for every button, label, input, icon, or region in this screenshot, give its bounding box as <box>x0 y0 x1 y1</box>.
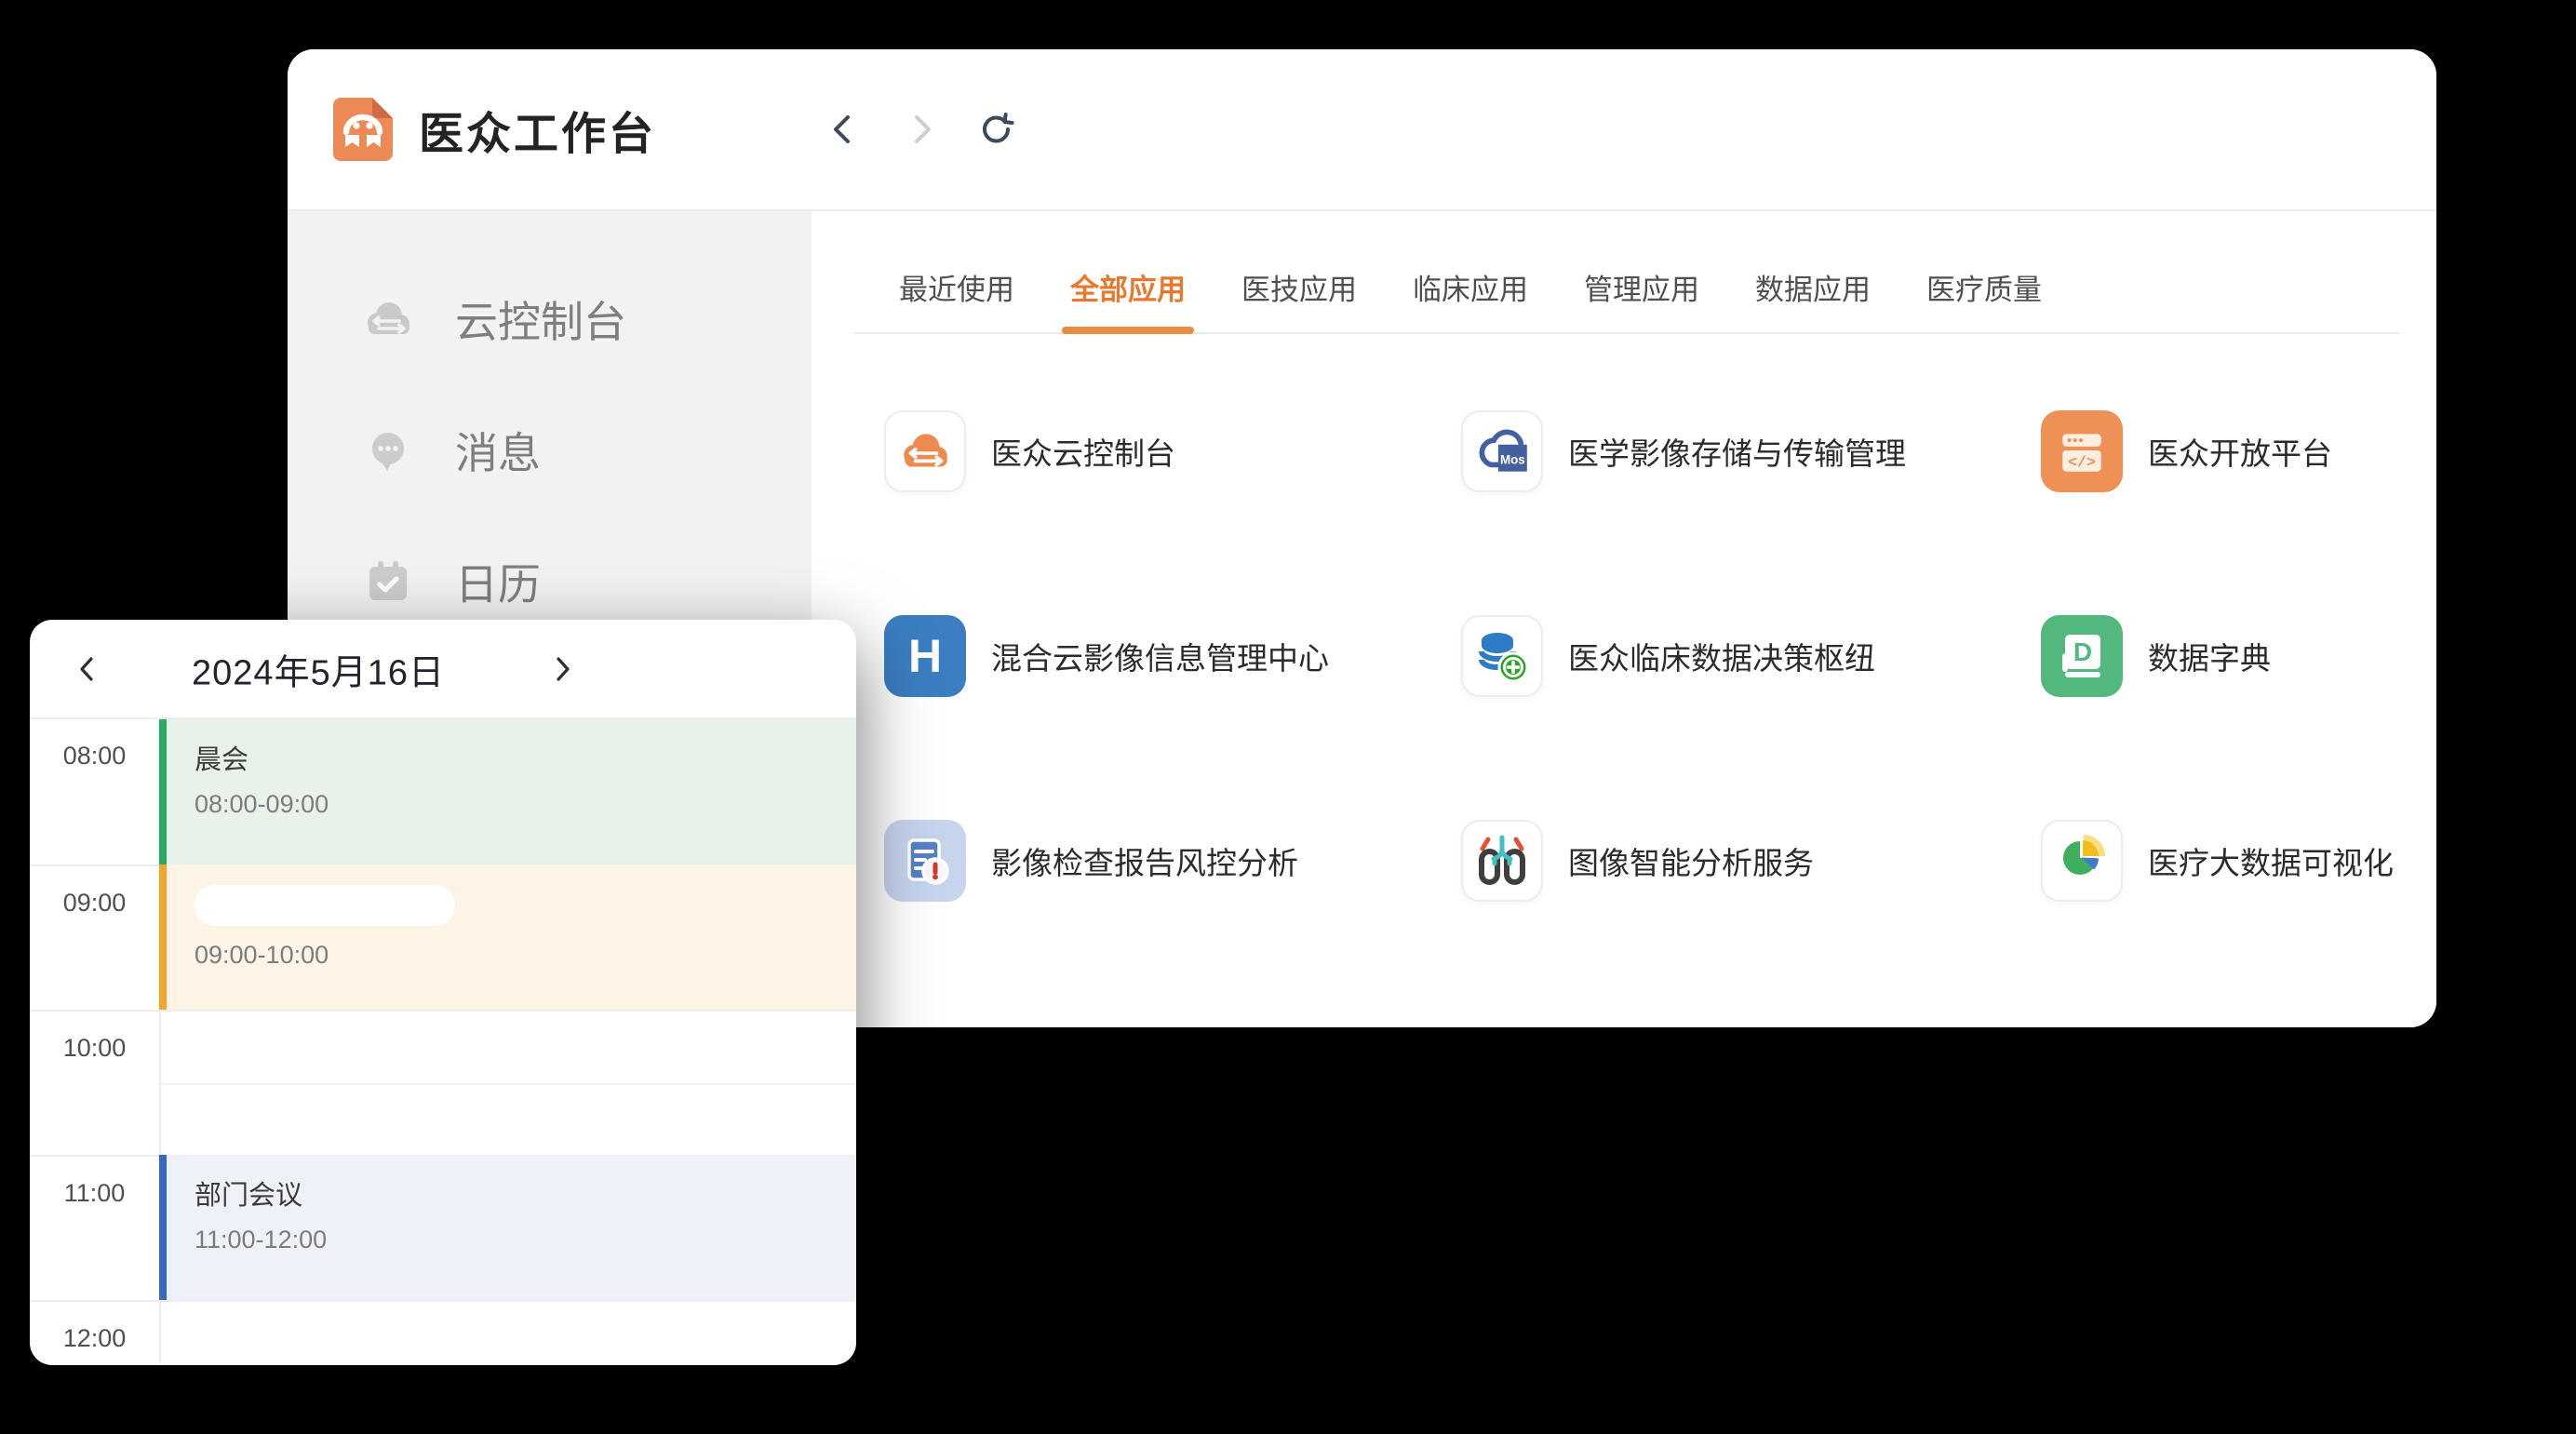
app-image-ai-service[interactable]: 图像智能分析服务 <box>1461 820 2041 902</box>
content-area: 最近使用 全部应用 医技应用 临床应用 管理应用 数据应用 医疗质量 <box>812 211 2436 1027</box>
app-label: 医众开放平台 <box>2148 429 2332 474</box>
event-time: 09:00-10:00 <box>195 941 856 970</box>
app-hybrid-imaging-center[interactable]: H 混合云影像信息管理中心 <box>884 615 1461 697</box>
calendar-event-morning-meeting[interactable]: 晨会 08:00-09:00 <box>159 719 856 864</box>
app-logo-icon <box>333 98 393 161</box>
chevron-right-icon <box>543 650 581 688</box>
time-label: 09:00 <box>30 889 159 918</box>
app-cloud-console[interactable]: 医众云控制台 <box>884 410 1461 492</box>
calendar-day-grid: 08:00 09:00 10:00 11:00 12:00 晨会 08:00-0… <box>30 719 856 1363</box>
app-label: 影像检查报告风控分析 <box>991 838 1298 883</box>
app-data-dictionary[interactable]: D 数据字典 <box>2041 615 2418 697</box>
mos-cloud-icon: Mos <box>1461 410 1543 492</box>
refresh-icon <box>976 109 1017 150</box>
app-label: 数据字典 <box>2148 634 2271 678</box>
app-label: 图像智能分析服务 <box>1568 838 1814 883</box>
calendar-event-redacted[interactable]: 09:00-10:00 <box>159 864 856 1010</box>
app-clinical-data-hub[interactable]: 医众临床数据决策枢纽 <box>1461 615 2041 697</box>
hour-row: 12:00 <box>30 1300 856 1365</box>
cloud-sliders-icon <box>884 410 966 492</box>
app-big-data-visualization[interactable]: 医疗大数据可视化 <box>2041 820 2418 902</box>
hour-row: 10:00 <box>30 1010 856 1155</box>
event-title: 部门会议 <box>195 1179 856 1213</box>
svg-text:</>: </> <box>2068 454 2096 472</box>
app-open-platform[interactable]: </> 医众开放平台 <box>2041 410 2418 492</box>
time-label: 11:00 <box>30 1179 159 1208</box>
time-label: 08:00 <box>30 742 159 771</box>
chevron-left-icon <box>69 650 106 688</box>
event-time: 11:00-12:00 <box>195 1226 856 1254</box>
calendar-next-day-button[interactable] <box>543 650 581 688</box>
tab-clinical[interactable]: 临床应用 <box>1413 273 1528 308</box>
lungs-icon <box>1461 820 1543 902</box>
svg-text:D: D <box>2073 637 2092 666</box>
chevron-left-icon <box>824 109 865 150</box>
app-label: 混合云影像信息管理中心 <box>991 634 1329 678</box>
app-imaging-storage[interactable]: Mos 医学影像存储与传输管理 <box>1461 410 2041 492</box>
app-report-risk-analysis[interactable]: 影像检查报告风控分析 <box>884 820 1461 902</box>
code-window-icon: </> <box>2041 410 2123 492</box>
sidebar-item-label: 云控制台 <box>455 288 626 350</box>
sidebar-item-label: 消息 <box>455 420 541 481</box>
window-header: 医众工作台 <box>288 49 2436 209</box>
message-bubble-icon <box>360 422 416 478</box>
calendar-prev-day-button[interactable] <box>69 650 106 688</box>
database-plus-icon <box>1461 615 1543 697</box>
app-label: 医众云控制台 <box>991 429 1175 474</box>
sidebar-item-label: 日历 <box>455 551 541 612</box>
event-title: 晨会 <box>195 744 856 777</box>
calendar-event-department-meeting[interactable]: 部门会议 11:00-12:00 <box>159 1155 856 1300</box>
report-warning-icon <box>884 820 966 902</box>
time-label: 10:00 <box>30 1034 159 1063</box>
dictionary-book-icon: D <box>2041 615 2123 697</box>
cloud-transfer-icon <box>360 291 416 347</box>
svg-text:Mos: Mos <box>1500 452 1525 466</box>
calendar-date: 2024年5月16日 <box>132 643 504 694</box>
app-grid: 医众云控制台 Mos 医学影像存储与传输管理 <box>884 410 2418 1025</box>
app-label: 医众临床数据决策枢纽 <box>1568 634 1875 678</box>
calendar-header: 2024年5月16日 <box>30 620 856 719</box>
back-button[interactable] <box>824 109 865 150</box>
calendar-check-icon <box>360 554 416 610</box>
chevron-right-icon <box>900 109 941 150</box>
tab-data[interactable]: 数据应用 <box>1755 273 1871 308</box>
app-label: 医学影像存储与传输管理 <box>1568 429 1906 474</box>
tab-recent[interactable]: 最近使用 <box>899 273 1014 308</box>
refresh-button[interactable] <box>976 109 1017 150</box>
letter-h-icon: H <box>884 615 966 697</box>
app-title: 医众工作台 <box>419 97 656 162</box>
app-label: 医疗大数据可视化 <box>2148 838 2394 883</box>
sidebar-item-messages[interactable]: 消息 <box>288 384 812 516</box>
tab-bar: 最近使用 全部应用 医技应用 临床应用 管理应用 数据应用 医疗质量 <box>812 211 2436 308</box>
forward-button[interactable] <box>900 109 941 150</box>
tab-all-apps[interactable]: 全部应用 <box>1070 273 1186 308</box>
browser-nav <box>824 49 1017 209</box>
tab-quality[interactable]: 医疗质量 <box>1926 273 2042 308</box>
event-time: 08:00-09:00 <box>195 790 856 819</box>
time-label: 12:00 <box>30 1324 159 1353</box>
sidebar-item-cloud-console[interactable]: 云控制台 <box>288 253 812 384</box>
pie-chart-icon <box>2041 820 2123 902</box>
calendar-panel: 2024年5月16日 08:00 09:00 10:00 11:00 12:00… <box>30 620 856 1365</box>
redacted-event-title <box>195 885 455 926</box>
tab-management[interactable]: 管理应用 <box>1584 273 1699 308</box>
tab-medtech[interactable]: 医技应用 <box>1241 273 1357 308</box>
